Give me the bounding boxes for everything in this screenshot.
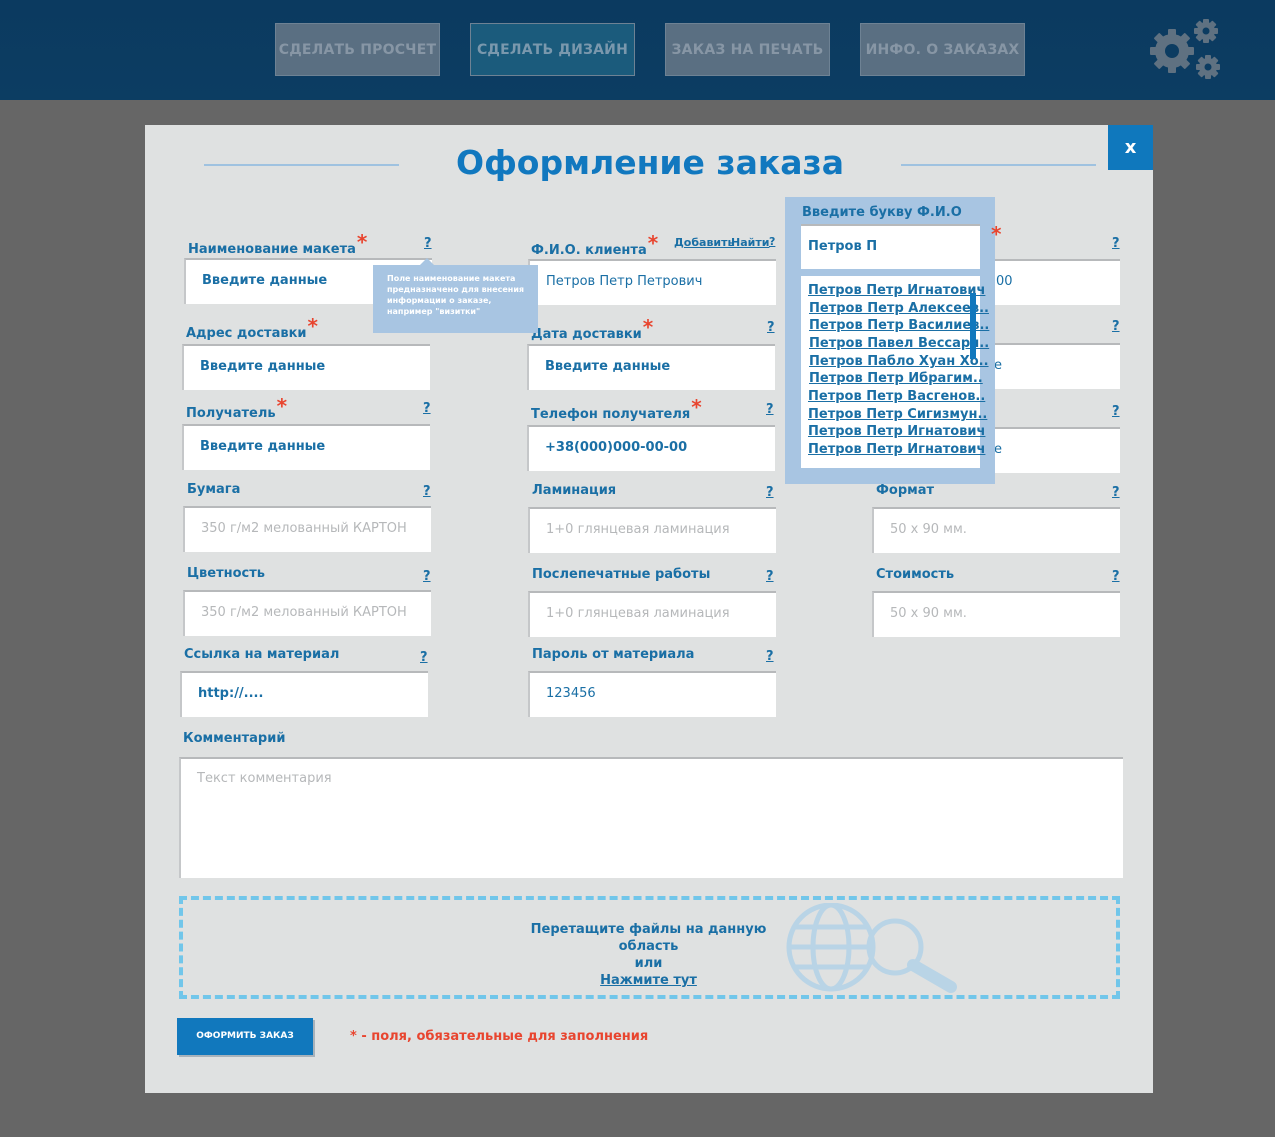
- help-icon[interactable]: ?: [769, 235, 775, 248]
- required-note: * - поля, обязательные для заполнения: [350, 1029, 649, 1044]
- required-mark: *: [990, 222, 1001, 250]
- top-nav-background: [0, 0, 1275, 100]
- help-icon[interactable]: ?: [766, 649, 774, 664]
- material-password-label: Пароль от материала: [532, 647, 695, 662]
- client-name-input[interactable]: Петров Петр Петрович: [528, 259, 776, 305]
- required-mark: *: [307, 314, 318, 338]
- client-search-results: Петров Петр Игнатович Петров Петр Алексе…: [801, 276, 989, 468]
- client-result-item[interactable]: Петров Петр Игнатович: [808, 442, 985, 457]
- help-icon[interactable]: ?: [1112, 404, 1120, 419]
- client-name-label: Ф.И.О. клиента*: [531, 231, 658, 259]
- submit-order-button[interactable]: ОФОРМИТЬ ЗАКАЗ: [177, 1018, 313, 1055]
- help-icon[interactable]: ?: [1112, 569, 1120, 584]
- help-icon[interactable]: ?: [766, 402, 774, 417]
- help-icon[interactable]: ?: [766, 485, 774, 500]
- postprint-select[interactable]: 1+0 глянцевая ламинация: [528, 591, 776, 637]
- tooltip-arrow: [420, 258, 434, 265]
- close-button[interactable]: x: [1108, 125, 1153, 170]
- required-mark: *: [356, 230, 368, 254]
- recipient-phone-input[interactable]: +38(000)000-00-00: [527, 425, 775, 471]
- format-select[interactable]: 50 х 90 мм.: [872, 507, 1120, 553]
- help-icon[interactable]: ?: [1112, 485, 1120, 500]
- col3-row2-value: e: [994, 358, 1002, 373]
- lamination-select[interactable]: 1+0 глянцевая ламинация: [528, 507, 776, 553]
- help-icon[interactable]: ?: [423, 569, 431, 584]
- help-icon[interactable]: ?: [423, 484, 431, 499]
- modal-title: Оформление заказа: [456, 143, 844, 182]
- col3-row1-value: 00: [996, 274, 1013, 289]
- postprint-label: Послепечатные работы: [532, 567, 711, 582]
- address-label: Адрес доставки*: [186, 314, 318, 342]
- recipient-phone-label: Телефон получателя*: [531, 395, 702, 423]
- color-select[interactable]: 350 г/м2 мелованный КАРТОН: [183, 590, 431, 636]
- client-results-scrollbar[interactable]: [970, 293, 976, 359]
- layout-name-label: Наименование макета*: [188, 230, 367, 258]
- recipient-input[interactable]: Введите данные: [182, 424, 430, 470]
- address-input[interactable]: Введите данные: [182, 344, 430, 390]
- recipient-label: Получатель*: [186, 394, 287, 422]
- client-result-item[interactable]: Петров Петр Сигизмун..: [808, 407, 987, 422]
- material-password-input[interactable]: 123456: [528, 671, 776, 717]
- delivery-date-label: Дата доставки*: [531, 315, 653, 343]
- help-icon[interactable]: ?: [420, 650, 428, 665]
- help-icon[interactable]: ?: [767, 320, 775, 335]
- title-divider-right: [901, 164, 1096, 166]
- nav-order-info-button[interactable]: ИНФО. О ЗАКАЗАХ: [860, 23, 1025, 76]
- client-result-item[interactable]: Петров Петр Игнатович: [808, 424, 985, 439]
- required-mark-text: *: [991, 222, 1002, 246]
- help-icon[interactable]: ?: [1112, 319, 1120, 334]
- cost-field[interactable]: 50 х 90 мм.: [872, 591, 1120, 637]
- col3-row3-value: e: [994, 442, 1002, 457]
- required-mark: *: [647, 231, 659, 255]
- gears-icon[interactable]: [1148, 17, 1222, 83]
- cost-label: Стоимость: [876, 567, 955, 582]
- layout-name-tooltip: Поле наименование макета предназначено д…: [373, 265, 538, 333]
- delivery-date-label-text: Дата доставки: [531, 327, 642, 342]
- paper-label: Бумага: [187, 482, 241, 497]
- dropzone-line1: Перетащите файлы на данную область: [530, 922, 767, 954]
- nav-print-order-button[interactable]: ЗАКАЗ НА ПЕЧАТЬ: [665, 23, 830, 76]
- help-icon[interactable]: ?: [423, 401, 431, 416]
- client-add-link[interactable]: Добавить: [674, 236, 734, 249]
- help-icon[interactable]: ?: [424, 236, 432, 251]
- client-find-link[interactable]: Найти: [731, 236, 769, 249]
- client-result-item[interactable]: Петров Петр Васгенов..: [808, 389, 985, 404]
- help-icon[interactable]: ?: [1112, 236, 1120, 251]
- client-result-item[interactable]: Петров Петр Игнатович: [808, 283, 985, 298]
- comment-textarea[interactable]: Текст комментария: [179, 757, 1123, 878]
- material-link-input[interactable]: http://....: [180, 671, 428, 717]
- recipient-label-text: Получатель: [186, 406, 276, 421]
- comment-label: Комментарий: [183, 731, 286, 746]
- client-result-item[interactable]: Петров Пабло Хуан Хо..: [809, 354, 989, 369]
- client-result-item[interactable]: Петров Петр Ибрагим..: [809, 371, 983, 386]
- delivery-date-input[interactable]: Введите данные: [527, 344, 775, 390]
- color-label: Цветность: [187, 566, 266, 581]
- layout-name-label-text: Наименование макета: [188, 242, 356, 257]
- required-mark: *: [276, 394, 288, 418]
- address-label-text: Адрес доставки: [186, 326, 307, 341]
- lamination-label: Ламинация: [532, 483, 617, 498]
- required-mark: *: [691, 395, 702, 419]
- material-link-label: Ссылка на материал: [184, 647, 340, 662]
- top-nav-bar: СДЕЛАТЬ ПРОСЧЕТ СДЕЛАТЬ ДИЗАЙН ЗАКАЗ НА …: [0, 0, 1275, 100]
- help-icon[interactable]: ?: [766, 569, 774, 584]
- dropzone-upload-link[interactable]: Нажмите тут: [500, 972, 797, 989]
- nav-calculate-button[interactable]: СДЕЛАТЬ ПРОСЧЕТ: [275, 23, 440, 76]
- recipient-phone-label-text: Телефон получателя: [531, 407, 691, 422]
- nav-design-button[interactable]: СДЕЛАТЬ ДИЗАЙН: [470, 23, 635, 76]
- required-mark: *: [642, 315, 654, 339]
- dropzone-text: Перетащите файлы на данную область или Н…: [500, 921, 797, 989]
- paper-select[interactable]: 350 г/м2 мелованный КАРТОН: [183, 506, 431, 552]
- client-search-title: Введите букву Ф.И.О: [802, 205, 962, 220]
- dropzone-line2: или: [634, 956, 663, 971]
- title-divider-left: [204, 164, 399, 166]
- client-search-input[interactable]: Петров П: [801, 224, 980, 269]
- client-result-item[interactable]: Петров Петр Василиев..: [809, 318, 989, 333]
- client-result-item[interactable]: Петров Павел Вессари..: [809, 336, 989, 351]
- format-label: Формат: [876, 483, 935, 498]
- globe-search-icon: [786, 903, 957, 993]
- client-name-label-text: Ф.И.О. клиента: [531, 243, 647, 258]
- client-result-item[interactable]: Петров Петр Алексеев..: [809, 301, 989, 316]
